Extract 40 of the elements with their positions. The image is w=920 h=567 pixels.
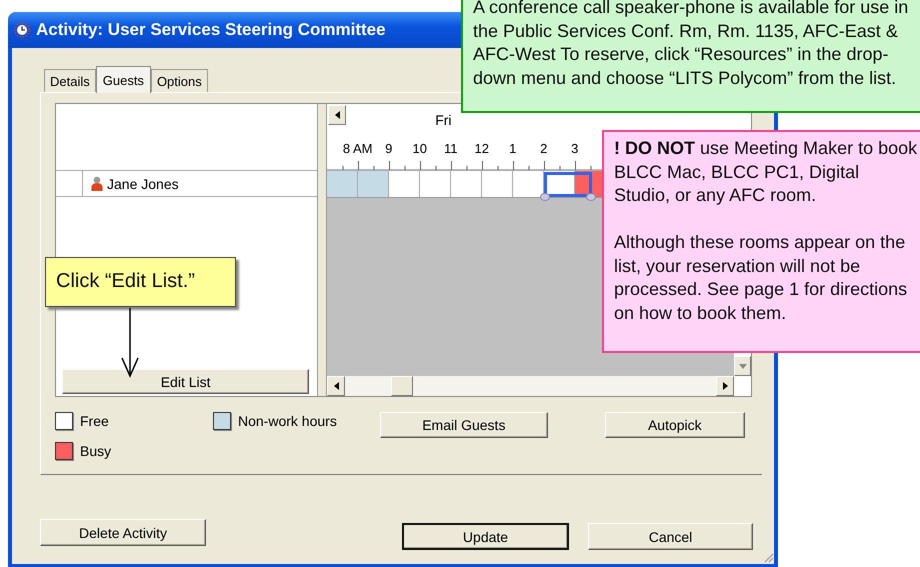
scroll-thumb[interactable] [391,376,414,396]
hour-label: 10 [411,141,428,156]
legend-label: Busy [80,443,112,459]
pointer-arrow [120,308,140,378]
note-text: ! DO NOT use Meeting Maker to book BLCC Mac, BLCC PC1, Digital Studio, or any AFC room. [614,137,918,207]
hour-label: 11 [442,141,458,156]
tab[interactable]: Guests [96,66,151,93]
left-arrow-icon [334,382,339,390]
note-text: Although these rooms appear on the list, your reservation will not be processed. See page 1 for directions on how to book them. [614,231,908,324]
hour-label: 9 [384,141,394,156]
person-icon [91,176,103,191]
tab[interactable]: Options [150,69,208,92]
hour-label: 1 [508,141,518,156]
email-guests-button[interactable]: Email Guests [380,412,548,438]
hour-label: 8 AM [342,141,374,156]
window-title: Activity: User Services Steering Committee [36,20,386,40]
note-text: Click “Edit List.” [56,270,196,294]
left-arrow-icon [334,111,340,119]
clock-icon [14,22,30,38]
edit-list-button[interactable]: Edit List [62,369,310,394]
note-text: A conference call speaker-phone is available for use in the Public Services Conf. Rm, Rm. 1135, AFC-East & AFC-West To reserve, click “Resources” in the drop-down menu and choose “LITS Polycom” from the list. [473,0,910,90]
tab[interactable]: Details [44,69,96,92]
dialog-button[interactable]: Cancel [588,523,753,550]
day-label: Fri [435,112,452,128]
legend-label: Non-work hours [238,413,337,429]
scroll-down-button[interactable] [734,356,751,376]
dialog-button[interactable]: Update [402,523,569,550]
down-arrow-icon [738,364,746,368]
selection-frame[interactable] [540,172,596,202]
guest-name[interactable]: Jane Jones [107,176,179,192]
hour-label: 2 [539,141,548,156]
hour-label: 12 [473,141,490,156]
horizontal-scrollbar[interactable] [327,376,734,396]
autopick-button[interactable]: Autopick [604,412,745,438]
hour-label: 3 [570,141,580,156]
resize-grip[interactable] [762,551,774,563]
dialog-button[interactable]: Delete Activity [40,519,206,546]
legend-label: Free [80,413,109,429]
right-arrow-icon [722,382,728,390]
previous-button[interactable] [328,105,346,125]
